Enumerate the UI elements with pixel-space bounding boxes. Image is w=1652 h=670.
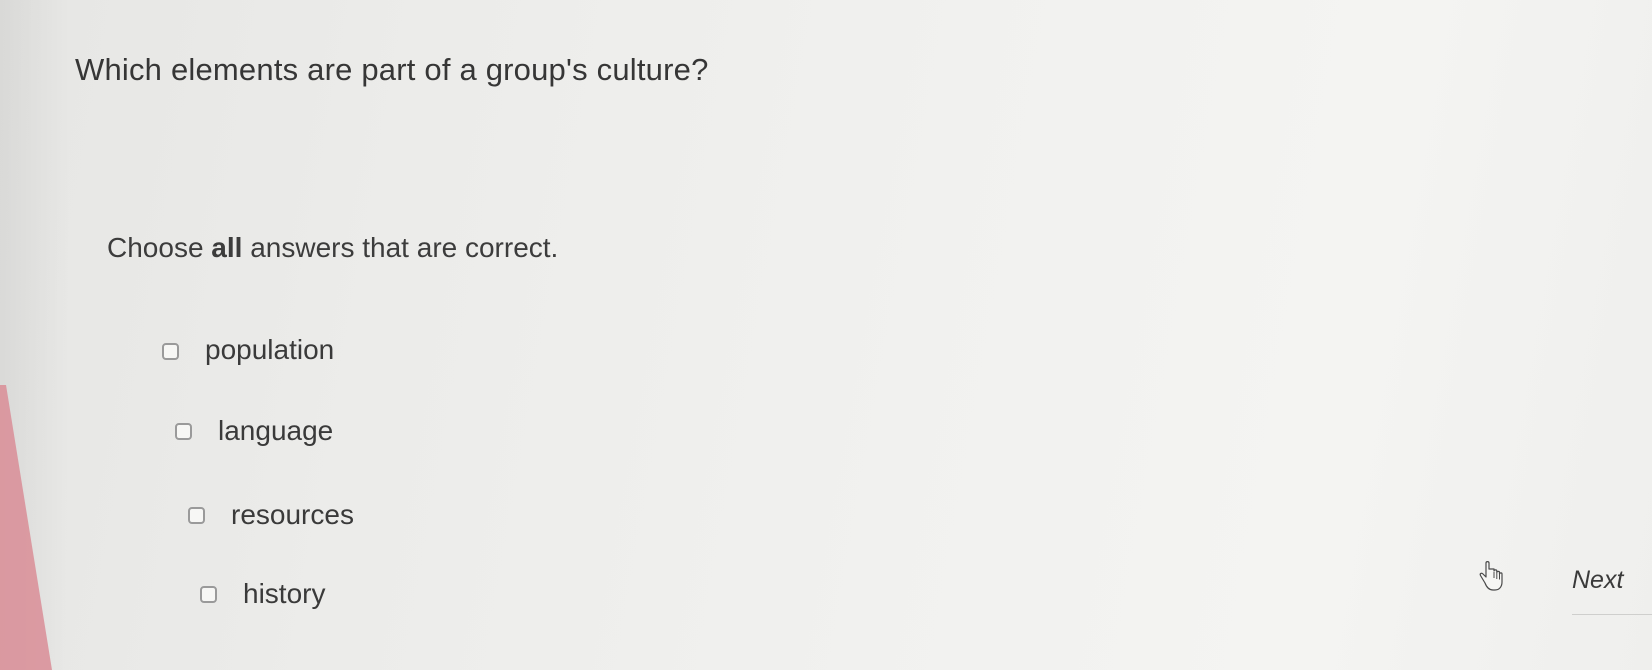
instructions-prefix: Choose (107, 232, 212, 263)
answer-option-resources[interactable]: resources (188, 499, 354, 531)
answer-option-label: history (243, 578, 326, 609)
answer-option-population[interactable]: population (162, 334, 334, 366)
answer-option-label: language (218, 415, 334, 446)
answer-option-label: population (205, 334, 335, 365)
instructions-text: Choose all answers that are correct. (107, 232, 558, 264)
answer-option-language[interactable]: language (175, 415, 333, 447)
answer-checkbox[interactable] (188, 506, 205, 524)
screen-edge-accent (0, 385, 52, 670)
answer-option-history[interactable]: history (200, 578, 325, 610)
question-text: Which elements are part of a group's cul… (75, 52, 709, 87)
hand-pointer-icon (1479, 561, 1503, 591)
next-button-divider (1572, 614, 1652, 615)
answer-option-label: resources (231, 499, 354, 530)
instructions-emphasis: all (211, 232, 243, 263)
instructions-suffix: answers that are correct. (242, 232, 559, 263)
answer-checkbox[interactable] (200, 585, 217, 603)
answer-checkbox[interactable] (175, 422, 192, 440)
answer-checkbox[interactable] (162, 342, 179, 360)
next-button[interactable]: Next (1568, 560, 1627, 601)
